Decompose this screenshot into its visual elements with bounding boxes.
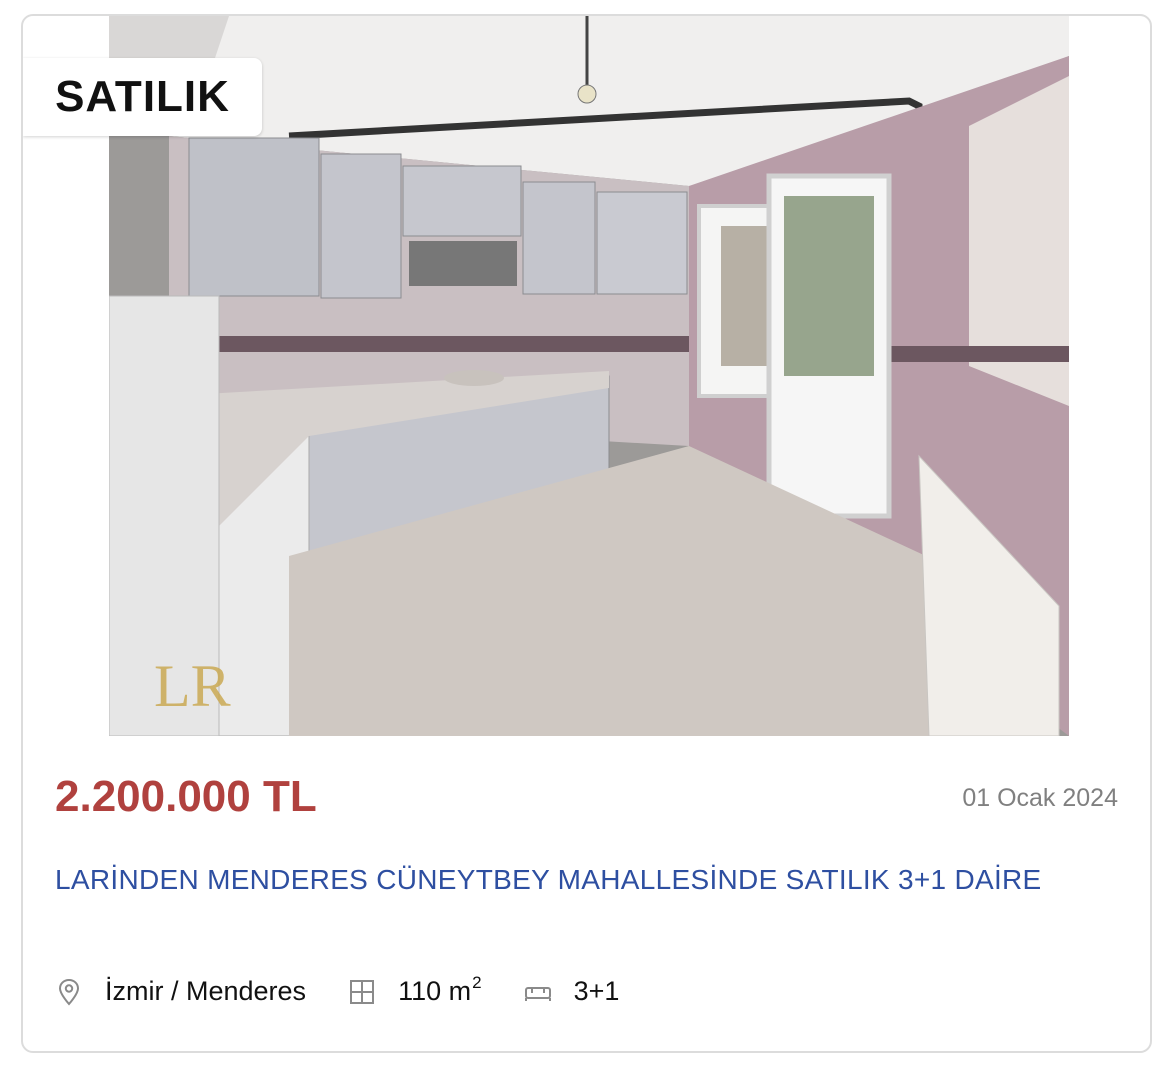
map-pin-icon bbox=[55, 978, 83, 1006]
listing-card[interactable]: LR SATILIK 2.200.000 TL 01 Ocak 2024 LAR… bbox=[21, 14, 1152, 1053]
status-badge: SATILIK bbox=[23, 58, 262, 136]
rooms-info: 3+1 bbox=[524, 976, 620, 1007]
location-info: İzmir / Menderes bbox=[55, 976, 306, 1007]
area-text: 110 m2 bbox=[398, 973, 482, 1006]
floorplan-icon bbox=[348, 978, 376, 1006]
location-text: İzmir / Menderes bbox=[105, 976, 307, 1006]
rooms-text: 3+1 bbox=[573, 976, 620, 1006]
listing-title-link[interactable]: LARİNDEN MENDERES CÜNEYTBEY MAHALLESİNDE… bbox=[55, 860, 1095, 900]
listing-date: 01 Ocak 2024 bbox=[962, 784, 1118, 812]
listing-price: 2.200.000 TL bbox=[55, 772, 317, 821]
area-unit-superscript: 2 bbox=[472, 973, 482, 992]
bed-icon bbox=[524, 978, 552, 1006]
listing-meta: İzmir / Menderes 110 m2 3+1 bbox=[55, 973, 661, 1007]
area-info: 110 m2 bbox=[348, 973, 482, 1007]
svg-text:LR: LR bbox=[154, 653, 231, 719]
